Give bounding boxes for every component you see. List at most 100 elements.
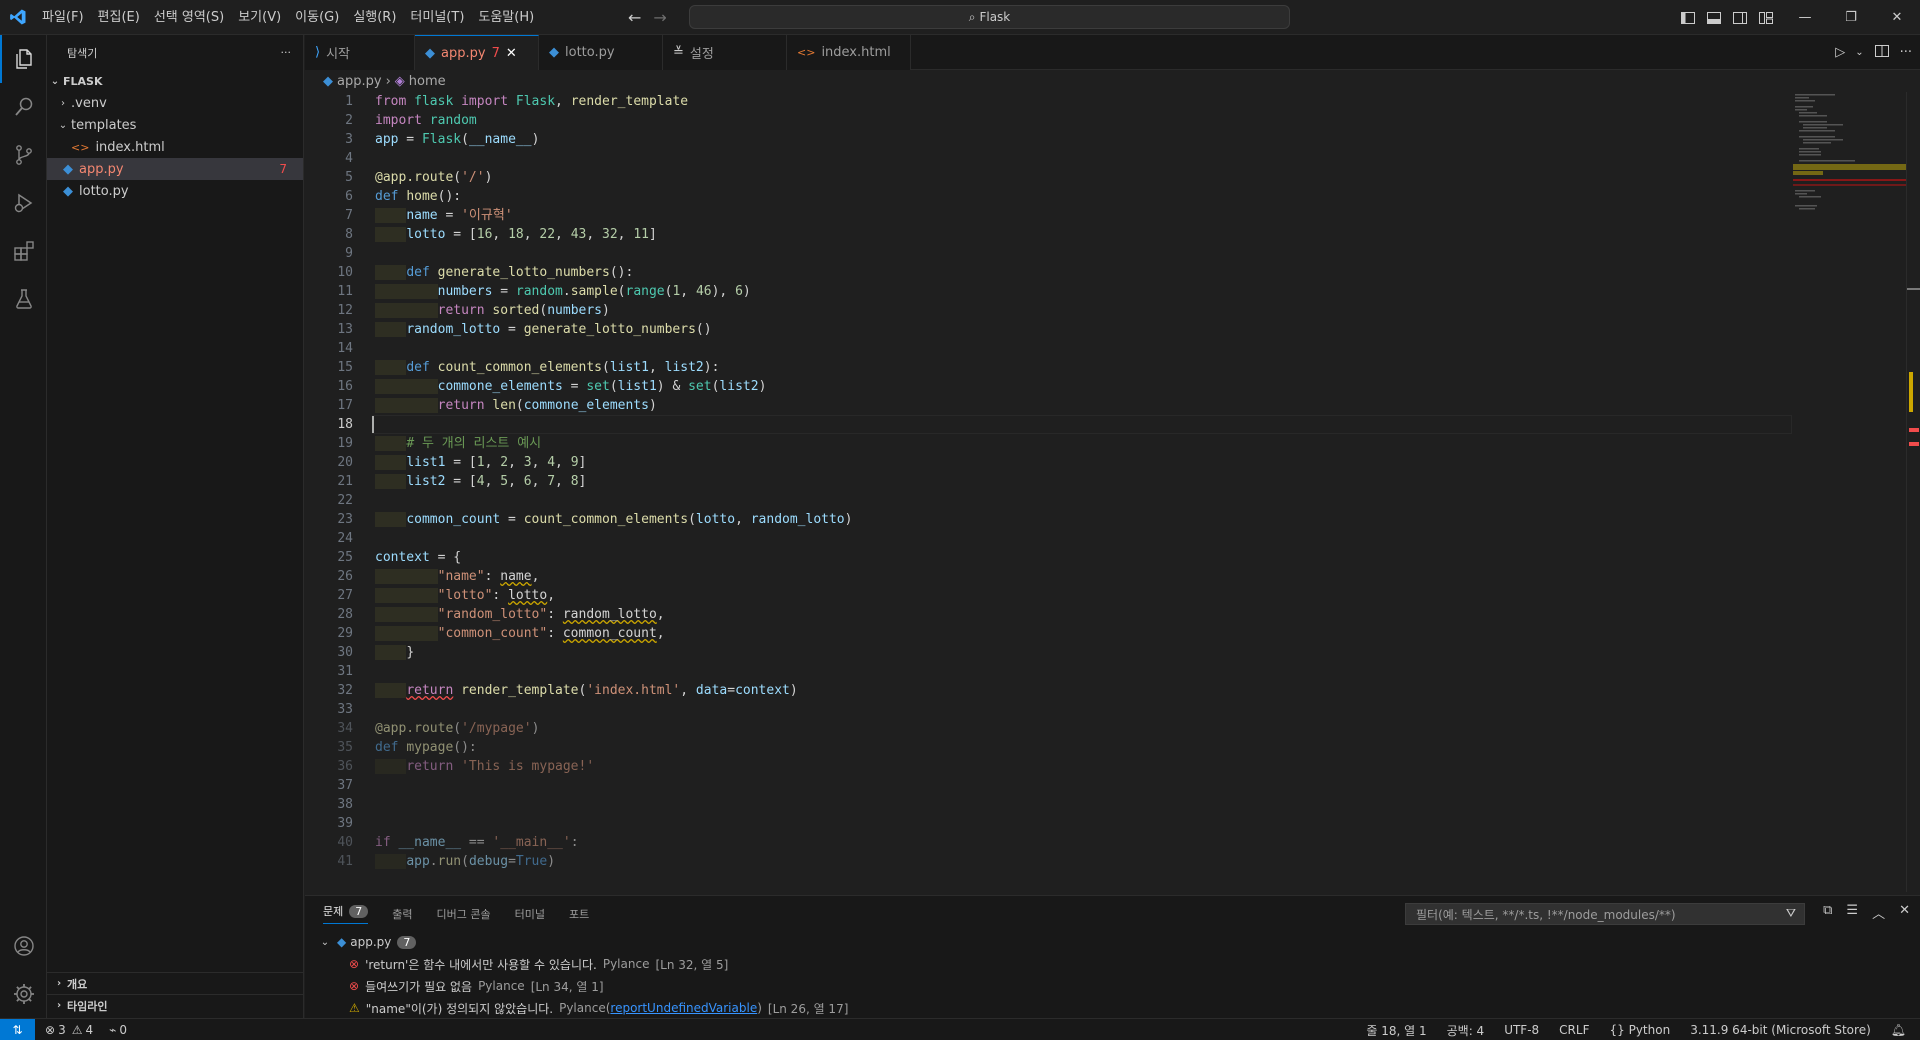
problems-file-name: app.py xyxy=(350,935,392,949)
code-line-current: 18 xyxy=(305,415,1792,434)
menu-item[interactable]: 보기(V) xyxy=(231,0,288,35)
status-ports-count[interactable]: 0 xyxy=(119,1023,127,1037)
more-actions-icon[interactable]: ··· xyxy=(1900,45,1912,60)
toggle-panel-icon[interactable] xyxy=(1706,10,1722,26)
code-line: 19 # 두 개의 리스트 예시 xyxy=(337,436,542,451)
code-line: 5 @app.route('/') xyxy=(345,170,493,185)
close-tab-icon[interactable]: ✕ xyxy=(506,46,517,61)
close-panel-icon[interactable]: ✕ xyxy=(1899,903,1910,922)
tree-item[interactable]: ⌄ templates xyxy=(47,114,303,136)
extensions-icon[interactable] xyxy=(0,227,47,275)
manage-gear-icon[interactable] xyxy=(0,970,47,1018)
run-dropdown-chevron-icon[interactable]: ⌄ xyxy=(1855,47,1863,58)
python-file-icon: ◆ xyxy=(549,45,559,60)
command-center-search[interactable]: ⌕ Flask xyxy=(689,5,1290,29)
panel-tab[interactable]: 문제 7 xyxy=(323,903,369,924)
remote-indicator-icon[interactable]: ⇅ xyxy=(0,1018,35,1040)
more-actions-icon[interactable]: ··· xyxy=(281,46,292,59)
code-line: 7 name = '이규혁' xyxy=(345,208,513,223)
menu-item[interactable]: 도움말(H) xyxy=(471,0,541,35)
panel-tab[interactable]: 디버그 콘솔 xyxy=(437,906,491,922)
split-editor-icon[interactable] xyxy=(1874,43,1890,63)
tab---[interactable]: ⟩ 시작 xyxy=(305,35,415,70)
menu-item[interactable]: 이동(G) xyxy=(288,0,346,35)
menu-item[interactable]: 터미널(T) xyxy=(403,0,471,35)
restore-icon[interactable]: ❐ xyxy=(1828,0,1874,35)
menu-item[interactable]: 편집(E) xyxy=(91,0,147,35)
view-as-list-icon[interactable]: ☰ xyxy=(1846,903,1858,922)
tree-item-label: index.html xyxy=(95,139,165,155)
tree-item[interactable]: ◆ app.py 7 xyxy=(47,158,303,180)
status-cursor-position[interactable]: 줄 18, 열 1 xyxy=(1366,1022,1426,1039)
panel-tab[interactable]: 포트 xyxy=(569,906,589,922)
status-indentation[interactable]: 공백: 4 xyxy=(1447,1022,1485,1039)
tab-index-html[interactable]: <> index.html xyxy=(787,35,911,70)
maximize-panel-icon[interactable]: ︿ xyxy=(1872,903,1885,922)
problem-message: 들여쓰기가 필요 없음 xyxy=(365,979,473,994)
minimize-icon[interactable]: — xyxy=(1782,0,1828,35)
problem-item[interactable]: ⚠ "name"이(가) 정의되지 않았습니다. Pylance(reportUnd… xyxy=(305,997,1920,1019)
code-editor[interactable]: 1 from flask import Flask, render_templat… xyxy=(305,92,1792,892)
breadcrumb-symbol[interactable]: home xyxy=(409,74,446,89)
panel-tab[interactable]: 터미널 xyxy=(515,906,545,922)
code-line: 29 "common_count": common_count, xyxy=(337,626,665,641)
filter-funnel-icon[interactable]: ⛛ xyxy=(1786,906,1796,921)
code-line: 23 common_count = count_common_elements(… xyxy=(337,512,853,527)
error-circle-icon[interactable]: ⊗ xyxy=(45,1023,55,1037)
panel-tab[interactable]: 출력 xyxy=(392,906,412,922)
run-python-file-icon[interactable]: ▷ xyxy=(1835,45,1845,60)
workspace-root[interactable]: ⌄ FLASK xyxy=(47,70,303,92)
tab-app-py[interactable]: ◆ app.py 7 ✕ xyxy=(415,35,539,70)
ports-icon[interactable]: ⌁ xyxy=(109,1023,116,1037)
status-interpreter[interactable]: 3.11.9 64-bit (Microsoft Store) xyxy=(1690,1023,1871,1037)
back-arrow-icon[interactable]: ← xyxy=(628,8,641,27)
warning-triangle-icon[interactable]: ⚠ xyxy=(72,1023,83,1037)
problem-rule-link[interactable]: reportUndefinedVariable xyxy=(610,1001,757,1015)
panel-actions: ⧉ ☰ ︿ ✕ xyxy=(1823,903,1910,922)
testing-flask-icon[interactable] xyxy=(0,275,47,323)
search-icon[interactable] xyxy=(0,83,47,131)
tree-item[interactable]: <> index.html xyxy=(47,136,303,158)
breadcrumb-file[interactable]: app.py xyxy=(337,74,382,89)
tree-item[interactable]: › .venv xyxy=(47,92,303,114)
tab---[interactable]: ≚ 설정 xyxy=(663,35,787,70)
account-icon[interactable] xyxy=(0,922,47,970)
collapse-all-icon[interactable]: ⧉ xyxy=(1823,903,1832,922)
timeline-section[interactable]: › 타임라인 xyxy=(47,994,304,1016)
problem-item[interactable]: ⊗ 'return'은 함수 내에서만 사용할 수 있습니다. Pylance [Ln… xyxy=(305,953,1920,975)
status-encoding[interactable]: UTF-8 xyxy=(1504,1023,1539,1037)
outline-section[interactable]: › 개요 xyxy=(47,972,304,994)
code-line: 3 app = Flask(__name__) xyxy=(345,132,540,147)
tree-item-label: app.py xyxy=(79,161,124,177)
code-line: 41 app.run(debug=True) xyxy=(337,854,556,869)
status-language[interactable]: {} Python xyxy=(1609,1023,1670,1037)
vscode-window: 파일(F) 편집(E) 선택 영역(S) 보기(V) 이동(G) 실행(R) 터미널(T) 도… xyxy=(0,0,1920,1040)
vertical-scrollbar[interactable] xyxy=(1906,92,1920,892)
problems-file-group[interactable]: ⌄ ◆ app.py 7 xyxy=(305,931,1920,953)
toggle-secondary-sidebar-icon[interactable] xyxy=(1732,10,1748,26)
menu-item[interactable]: 실행(R) xyxy=(346,0,403,35)
status-warning-count[interactable]: 4 xyxy=(85,1023,93,1037)
menu-item[interactable]: 파일(F) xyxy=(35,0,91,35)
status-error-count[interactable]: 3 xyxy=(58,1023,66,1037)
source-control-icon[interactable] xyxy=(0,131,47,179)
notifications-bell-icon[interactable]: 🔔︎ xyxy=(1891,1023,1906,1037)
chevron-right-icon: › xyxy=(385,73,391,89)
status-eol[interactable]: CRLF xyxy=(1559,1023,1589,1037)
menu-item[interactable]: 선택 영역(S) xyxy=(147,0,231,35)
chevron-down-icon: ⌄ xyxy=(50,75,60,87)
close-icon[interactable]: ✕ xyxy=(1874,0,1920,35)
customize-layout-icon[interactable] xyxy=(1758,10,1774,26)
minimap[interactable] xyxy=(1793,92,1908,892)
tab-label: 설정 xyxy=(689,47,714,62)
error-marker xyxy=(1909,428,1919,432)
toggle-primary-sidebar-icon[interactable] xyxy=(1680,10,1696,26)
code-line: 24 xyxy=(337,531,353,546)
forward-arrow-icon[interactable]: → xyxy=(653,8,666,27)
tab-lotto-py[interactable]: ◆ lotto.py xyxy=(539,35,663,70)
problem-item[interactable]: ⊗ 들여쓰기가 필요 없음 Pylance [Ln 34, 열 1] xyxy=(305,975,1920,997)
run-and-debug-icon[interactable] xyxy=(0,179,47,227)
explorer-icon[interactable] xyxy=(0,35,47,83)
problems-filter-input[interactable]: 필터(예: 텍스트, **/*.ts, !**/node_modules/**)… xyxy=(1405,903,1805,925)
tree-item[interactable]: ◆ lotto.py xyxy=(47,180,303,202)
